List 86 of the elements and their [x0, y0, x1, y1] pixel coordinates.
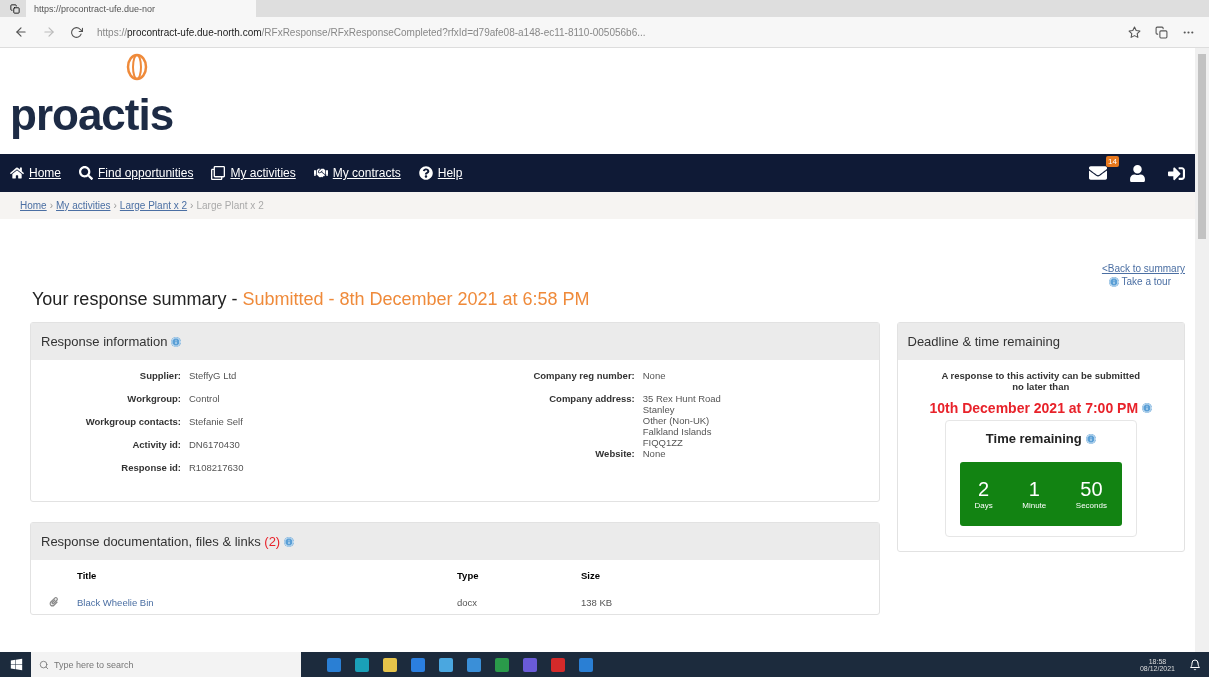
- breadcrumb-separator: ›: [190, 200, 194, 211]
- column-header: Type: [457, 569, 480, 583]
- field-value: None: [642, 370, 667, 381]
- scrollbar[interactable]: [1195, 48, 1209, 652]
- notification-icon[interactable]: [1189, 658, 1201, 671]
- breadcrumb-link[interactable]: Large Plant x 2: [119, 200, 188, 211]
- contracts-icon: [313, 166, 328, 180]
- field-label: Supplier:: [138, 370, 181, 381]
- nav-link[interactable]: My contracts: [313, 166, 401, 180]
- collections-icon[interactable]: [1155, 25, 1168, 39]
- app-icon[interactable]: [579, 657, 593, 672]
- field-value: Stefanie Self: [189, 416, 244, 427]
- countdown-unit: Minute: [1022, 501, 1047, 510]
- info-icon[interactable]: [1141, 403, 1152, 413]
- field-label: Workgroup contacts:: [84, 416, 181, 427]
- back-icon[interactable]: [14, 25, 28, 39]
- mail-icon[interactable]: [1089, 164, 1107, 182]
- breadcrumb-separator: ›: [113, 200, 117, 211]
- taskbar-search-field[interactable]: Type here to search: [31, 652, 301, 677]
- browser-tab[interactable]: https://procontract-ufe.due-nor: [26, 0, 256, 17]
- field-value: Control: [189, 393, 221, 404]
- field-label: Website:: [594, 448, 635, 459]
- nav-link[interactable]: My activities: [211, 166, 296, 180]
- field-label: Response id:: [120, 462, 181, 473]
- field-value: SteffyG Ltd: [189, 370, 238, 381]
- search-icon: [79, 166, 93, 180]
- field-value: None: [642, 448, 667, 459]
- user-icon[interactable]: [1129, 164, 1146, 182]
- copy-icon: [211, 166, 226, 180]
- countdown-unit: Seconds: [1075, 501, 1107, 510]
- help-icon: [418, 166, 433, 180]
- info-icon: [1108, 276, 1119, 287]
- start-icon[interactable]: [10, 658, 23, 671]
- info-icon[interactable]: [284, 536, 295, 547]
- countdown-value: 1: [1028, 478, 1040, 501]
- panel-title: Deadline & time remaining: [907, 334, 1060, 349]
- deadline-note: A response to this activity can be submitted no later than: [940, 370, 1141, 392]
- breadcrumb-separator: ›: [49, 200, 54, 211]
- home-icon: [10, 166, 24, 180]
- countdown-unit: Days: [974, 501, 993, 510]
- field-value: DN6170430: [189, 439, 241, 450]
- field-label: Company address:: [548, 393, 635, 406]
- field-value: R108217630: [189, 462, 245, 473]
- countdown-value: 50: [1080, 478, 1103, 501]
- favorite-icon[interactable]: [1128, 25, 1141, 39]
- info-icon[interactable]: [171, 336, 182, 347]
- info-icon[interactable]: [1085, 433, 1096, 444]
- take-a-tour-link[interactable]: Take a tour: [1108, 276, 1185, 287]
- app-icon[interactable]: [383, 657, 397, 672]
- ring-icon: [126, 53, 148, 81]
- deadline-date: 10th December 2021 at 7:00 PM: [929, 400, 1152, 416]
- column-header: Title: [77, 569, 98, 583]
- app-icon[interactable]: [327, 657, 341, 672]
- app-icon[interactable]: [439, 657, 453, 672]
- logout-icon[interactable]: [1168, 164, 1185, 182]
- field-value: 35 Rex Hunt Road Stanley Other (Non-UK) Falkland Islands FIQQ1ZZ: [642, 393, 722, 448]
- tab-actions-icon[interactable]: [10, 3, 20, 14]
- back-to-summary-link[interactable]: <Back to summary: [1101, 263, 1185, 274]
- mail-badge: 14: [1106, 156, 1119, 167]
- document-link[interactable]: Black Wheelie Bin: [77, 597, 154, 608]
- nav-link[interactable]: Find opportunities: [79, 166, 194, 180]
- page-title: Your response summary - Submitted - 8th December 2021 at 6:58 PM: [32, 289, 590, 310]
- panel-title: Response information: [41, 334, 168, 349]
- app-icon[interactable]: [495, 657, 509, 672]
- refresh-icon[interactable]: [70, 25, 83, 39]
- breadcrumb-link[interactable]: Home: [20, 200, 47, 211]
- search-icon: [39, 659, 49, 670]
- app-icon[interactable]: [411, 657, 425, 672]
- panel-title: Response documentation, files & links (2): [41, 534, 281, 549]
- app-icon[interactable]: [467, 657, 481, 672]
- field-label: Company reg number:: [532, 370, 635, 381]
- field-label: Activity id:: [131, 439, 181, 450]
- nav-link[interactable]: Help: [418, 166, 463, 180]
- column-header: Size: [581, 569, 601, 583]
- app-icon[interactable]: [355, 657, 369, 672]
- table-cell-text: 138 KB: [581, 596, 614, 610]
- table-cell-text: docx: [457, 596, 479, 610]
- breadcrumb-current: Large Plant x 2: [196, 200, 264, 211]
- countdown-value: 2: [978, 478, 990, 501]
- field-label: Workgroup:: [126, 393, 181, 404]
- proactis-logo: proactis: [10, 80, 174, 144]
- paperclip-icon: [49, 597, 59, 607]
- nav-link[interactable]: Home: [10, 166, 61, 180]
- breadcrumb-link[interactable]: My activities: [56, 200, 111, 211]
- tab-title: https://procontract-ufe.due-nor: [34, 3, 156, 14]
- card-title: Time remaining: [985, 431, 1082, 446]
